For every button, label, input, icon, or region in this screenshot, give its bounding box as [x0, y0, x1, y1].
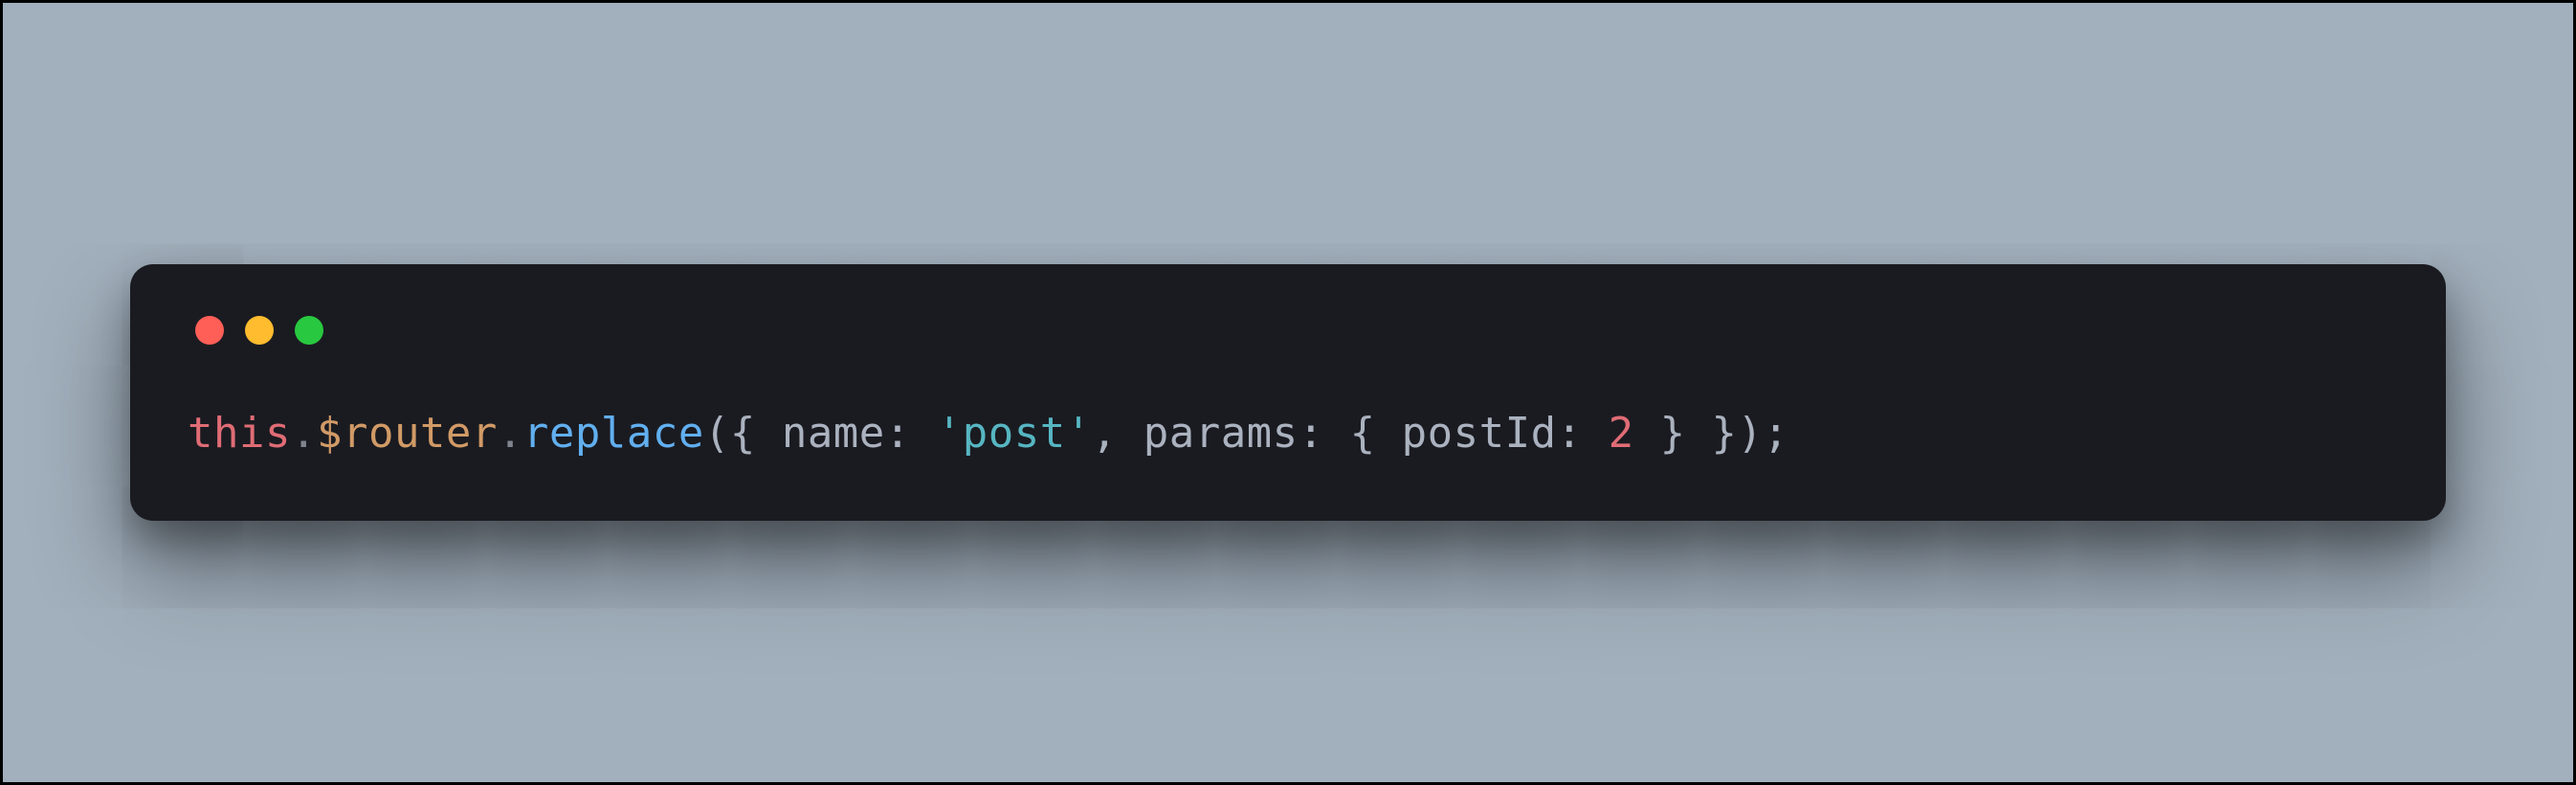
minimize-icon[interactable]: [245, 316, 274, 345]
token-router: $router: [317, 409, 498, 458]
token-key-params: params: [1144, 409, 1299, 458]
token-comma: ,: [1092, 409, 1144, 458]
token-brace-close: }: [1686, 409, 1738, 458]
token-number: 2: [1609, 409, 1634, 458]
token-colon: :: [1299, 409, 1350, 458]
code-block: this.$router.replace({ name: 'post', par…: [188, 404, 2388, 463]
token-semicolon: ;: [1764, 409, 1789, 458]
token-paren-close: ): [1738, 409, 1764, 458]
token-paren-open: (: [704, 409, 730, 458]
token-dot: .: [291, 409, 317, 458]
token-colon: :: [885, 409, 937, 458]
token-key-postid: postId: [1402, 409, 1557, 458]
token-brace-open: {: [730, 409, 782, 458]
maximize-icon[interactable]: [295, 316, 323, 345]
token-brace-close: }: [1634, 409, 1686, 458]
token-key-name: name: [782, 409, 885, 458]
token-replace: replace: [523, 409, 704, 458]
code-window: this.$router.replace({ name: 'post', par…: [130, 264, 2446, 521]
token-string: 'post': [937, 409, 1092, 458]
close-icon[interactable]: [195, 316, 224, 345]
token-dot: .: [498, 409, 523, 458]
token-brace-open: {: [1350, 409, 1402, 458]
token-colon: :: [1557, 409, 1609, 458]
traffic-lights: [188, 316, 2388, 345]
token-this: this: [188, 409, 291, 458]
